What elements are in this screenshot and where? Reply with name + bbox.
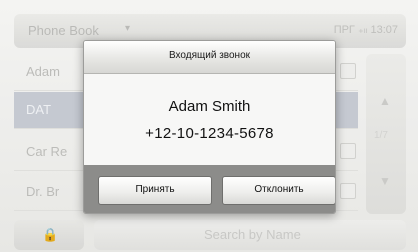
accept-button[interactable]: Принять [98,176,212,205]
caller-number: +12-10-1234-5678 [145,125,274,142]
caller-name: Adam Smith [168,98,251,115]
decline-button-label: Отклонить [254,184,304,195]
incoming-call-dialog: Входящий звонок Adam Smith +12-10-1234-5… [83,40,336,214]
accept-button-label: Принять [135,184,175,195]
decline-button[interactable]: Отклонить [222,176,335,205]
phone-book-screen: Phone Book ▾ ПРГ ₊ₗₗ 13:07 Adam DAT Car … [0,0,418,252]
dialog-title: Входящий звонок [168,50,251,61]
dialog-button-row: Принять Отклонить [84,165,335,213]
dialog-header: Входящий звонок [84,41,335,74]
